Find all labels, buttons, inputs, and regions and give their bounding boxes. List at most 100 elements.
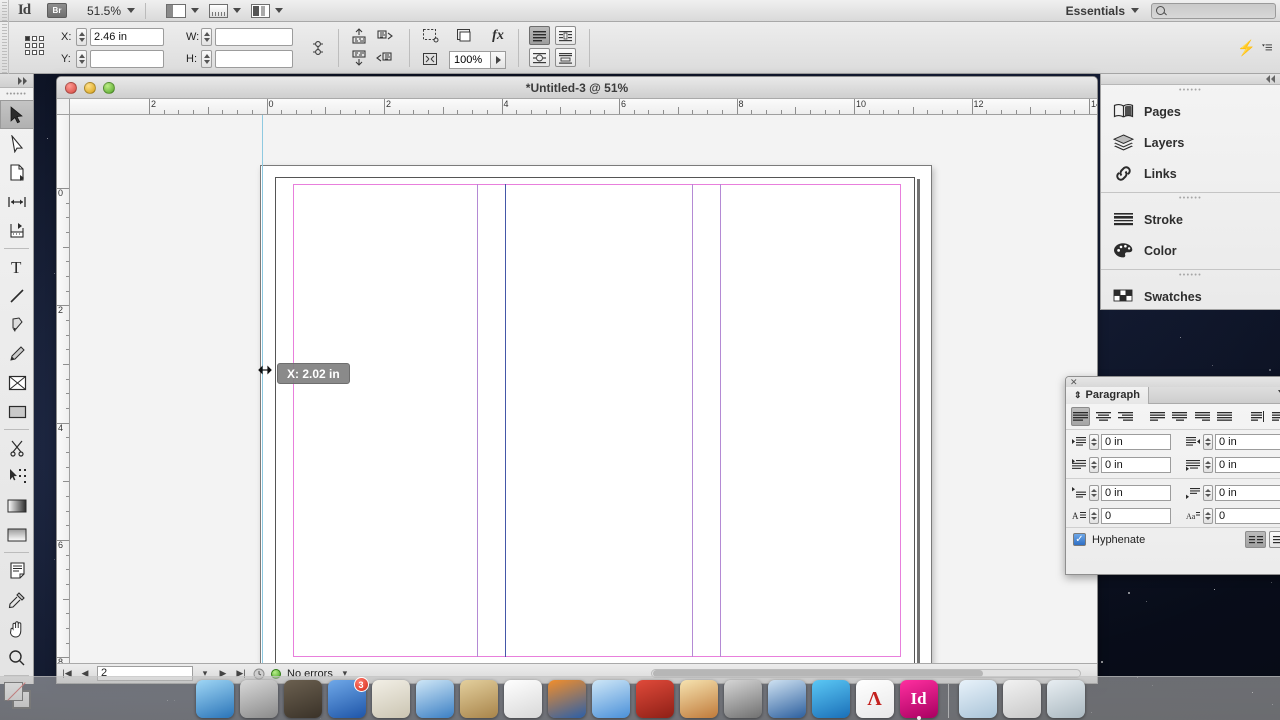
- align-right-button[interactable]: [1116, 407, 1135, 426]
- flip-vertical-button[interactable]: [374, 48, 396, 68]
- text-frame-options-button[interactable]: [528, 26, 550, 46]
- w-input[interactable]: [215, 27, 293, 46]
- tool-gradient-feather[interactable]: [0, 520, 34, 549]
- tool-scissors[interactable]: [0, 433, 34, 462]
- panel-item-links[interactable]: Links: [1101, 158, 1280, 189]
- tool-content-collector[interactable]: [0, 216, 34, 245]
- h-stepper[interactable]: [201, 49, 212, 68]
- align-center-button[interactable]: [1093, 407, 1112, 426]
- left-indent-stepper[interactable]: [1089, 433, 1099, 450]
- first-line-indent-stepper[interactable]: [1089, 456, 1099, 473]
- justify-all-button[interactable]: [1215, 407, 1234, 426]
- tool-hand[interactable]: [0, 614, 34, 643]
- dock-item-mail[interactable]: [371, 680, 410, 718]
- dock-item-documents-stack[interactable]: [1002, 680, 1041, 718]
- align-away-from-spine-button[interactable]: [1270, 407, 1280, 426]
- tool-zoom[interactable]: [0, 643, 34, 672]
- screen-mode-button[interactable]: [166, 3, 200, 18]
- tool-eyedropper[interactable]: [0, 585, 34, 614]
- paragraph-panel-close-button[interactable]: ✕: [1066, 377, 1280, 387]
- right-indent-input[interactable]: 0 in: [1215, 433, 1280, 450]
- dock-item-trash[interactable]: [1046, 680, 1085, 718]
- last-line-indent-stepper[interactable]: [1203, 456, 1213, 473]
- toolbox-collapse-button[interactable]: [0, 74, 33, 88]
- horizontal-ruler[interactable]: 2 0 2 4 6 8 10 12 14: [69, 99, 1097, 115]
- workspace-switcher[interactable]: Essentials: [1066, 4, 1125, 18]
- y-stepper[interactable]: [76, 49, 87, 68]
- y-input[interactable]: [90, 49, 164, 68]
- flip-horizontal-button[interactable]: [348, 48, 370, 68]
- space-before-stepper[interactable]: [1089, 484, 1099, 501]
- dock-item-ibooks[interactable]: [635, 680, 674, 718]
- vertical-ruler[interactable]: 02468: [57, 99, 70, 683]
- tool-note[interactable]: [0, 556, 34, 585]
- tool-direct-selection[interactable]: [0, 129, 34, 158]
- scale-dropdown-button[interactable]: [491, 50, 506, 69]
- panel-item-pages[interactable]: Pages: [1101, 96, 1280, 127]
- drop-cap-chars-stepper[interactable]: [1203, 507, 1213, 524]
- dock-item-finder[interactable]: [195, 680, 234, 718]
- tool-pen[interactable]: [0, 310, 34, 339]
- reference-point-selector[interactable]: [25, 35, 47, 60]
- rotate-counterclockwise-button[interactable]: [374, 26, 396, 46]
- panel-dock-header[interactable]: [1101, 74, 1280, 85]
- select-container-button[interactable]: [419, 26, 441, 46]
- dock-item-microsoft-word[interactable]: [811, 680, 850, 718]
- panel-group-handle[interactable]: ••••••: [1101, 270, 1280, 281]
- panel-group-handle[interactable]: ••••••: [1101, 85, 1280, 96]
- space-before-input[interactable]: 0 in: [1101, 484, 1171, 501]
- dock-item-time-machine[interactable]: [767, 680, 806, 718]
- first-line-indent-input[interactable]: 0 in: [1101, 456, 1171, 473]
- zoom-level-selector[interactable]: 51.5%: [87, 4, 136, 18]
- tool-rectangle-frame[interactable]: [0, 368, 34, 397]
- wrap-around-shape-button[interactable]: [528, 48, 550, 68]
- justify-center-button[interactable]: [1170, 407, 1189, 426]
- tool-rectangle[interactable]: [0, 397, 34, 426]
- dock-item-safari[interactable]: [415, 680, 454, 718]
- select-content-button[interactable]: [453, 26, 475, 46]
- x-stepper[interactable]: [76, 27, 87, 46]
- right-indent-stepper[interactable]: [1203, 433, 1213, 450]
- view-options-button[interactable]: [209, 3, 242, 18]
- quick-apply-icon[interactable]: ⚡: [1237, 39, 1262, 57]
- drop-cap-lines-stepper[interactable]: [1089, 507, 1099, 524]
- panel-item-color[interactable]: Color: [1101, 235, 1280, 266]
- tool-line[interactable]: [0, 281, 34, 310]
- rotate-clockwise-button[interactable]: [348, 26, 370, 46]
- dock-item-firefox[interactable]: [547, 680, 586, 718]
- dock-item-mission-control[interactable]: [283, 680, 322, 718]
- effects-button[interactable]: fx: [487, 26, 509, 46]
- tab-paragraph[interactable]: ⇕ Paragraph: [1066, 386, 1149, 404]
- constrain-proportions-button[interactable]: [307, 38, 329, 58]
- drop-cap-lines-input[interactable]: 0: [1101, 507, 1171, 524]
- dock-item-contacts[interactable]: [459, 680, 498, 718]
- dock-item-itunes[interactable]: [591, 680, 630, 718]
- adobe-paragraph-composer-button[interactable]: [1245, 531, 1266, 548]
- tool-pencil[interactable]: [0, 339, 34, 368]
- left-indent-input[interactable]: 0 in: [1101, 433, 1171, 450]
- ruler-origin-corner[interactable]: [57, 99, 70, 115]
- scale-input[interactable]: 100%: [449, 50, 491, 69]
- arrange-documents-button[interactable]: [251, 3, 284, 18]
- w-stepper[interactable]: [201, 27, 212, 46]
- drop-cap-chars-input[interactable]: 0: [1215, 507, 1280, 524]
- tool-selection[interactable]: [0, 100, 34, 129]
- dock-item-calendar[interactable]: [503, 680, 542, 718]
- justify-right-button[interactable]: [1193, 407, 1212, 426]
- bridge-icon[interactable]: Br: [47, 3, 67, 18]
- adobe-single-line-composer-button[interactable]: [1269, 531, 1280, 548]
- panel-item-stroke[interactable]: Stroke: [1101, 204, 1280, 235]
- toolbox-drag-handle[interactable]: ••••••: [0, 88, 33, 100]
- x-input[interactable]: 2.46 in: [90, 27, 164, 46]
- dock-item-downloads-stack[interactable]: [958, 680, 997, 718]
- dock-item-launchpad[interactable]: [239, 680, 278, 718]
- dock-item-system-preferences[interactable]: [723, 680, 762, 718]
- align-left-button[interactable]: [1071, 407, 1091, 426]
- panel-menu-icon[interactable]: [1262, 38, 1280, 58]
- justify-left-button[interactable]: [1148, 407, 1167, 426]
- wrap-around-box-button[interactable]: [554, 26, 576, 46]
- panel-item-swatches[interactable]: Swatches: [1101, 281, 1280, 312]
- tool-gradient-swatch[interactable]: [0, 491, 34, 520]
- ruler-guide-dragging[interactable]: [262, 115, 263, 683]
- h-input[interactable]: [215, 49, 293, 68]
